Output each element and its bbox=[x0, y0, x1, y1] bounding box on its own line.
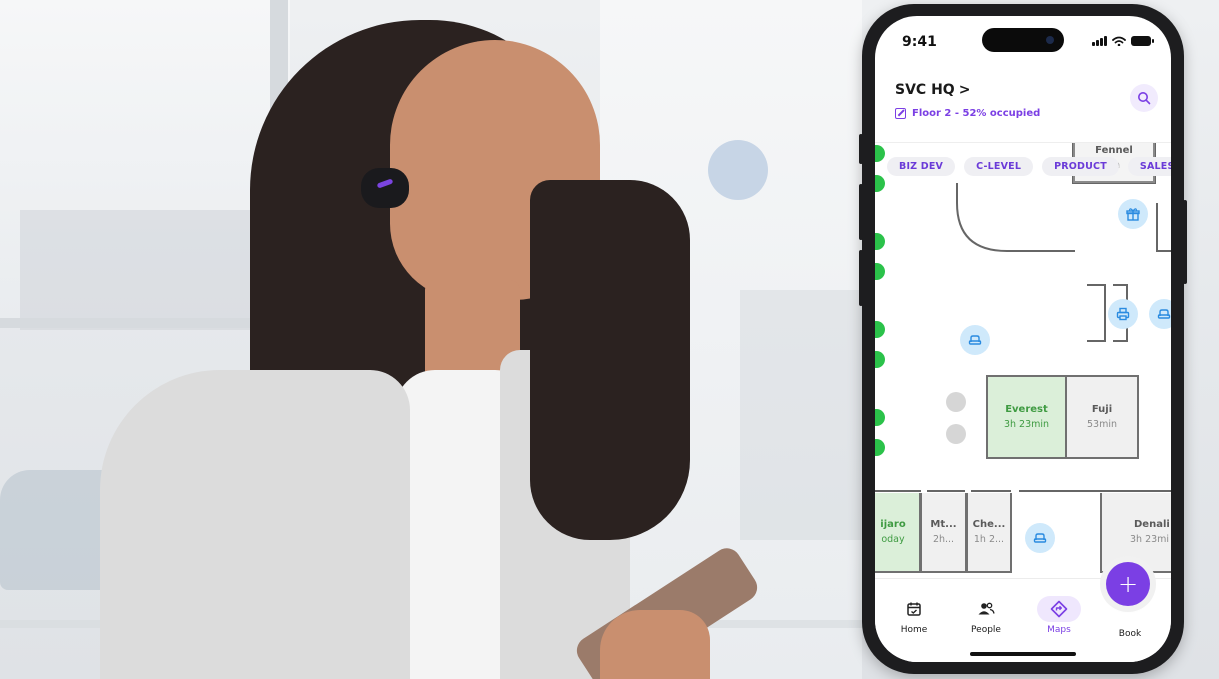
lounge-chair-icon[interactable] bbox=[1025, 523, 1055, 553]
app-screen: 9:41 SVC HQ > Floor 2 - 52% occupied Fen… bbox=[875, 16, 1171, 662]
room-time: 1h 2... bbox=[973, 534, 1005, 545]
desk-marker[interactable] bbox=[946, 392, 966, 412]
desk-marker[interactable] bbox=[946, 424, 966, 444]
room-name: Fuji bbox=[1091, 404, 1113, 415]
room-fuji[interactable]: Fuji 53min bbox=[1065, 375, 1139, 459]
team-filter-chips: BIZ DEV C-LEVEL PRODUCT SALES bbox=[887, 157, 1171, 176]
lounge-chair-icon[interactable] bbox=[960, 325, 990, 355]
dynamic-island bbox=[982, 28, 1064, 52]
printer-icon[interactable] bbox=[1108, 299, 1138, 329]
room-mt[interactable]: Mt... 2h... bbox=[920, 493, 967, 573]
people-icon bbox=[978, 602, 995, 615]
room-name: Mt... bbox=[930, 519, 957, 530]
floor-map[interactable]: Fennel 3h BIZ DEV C-LEVEL PRODUCT SALES bbox=[875, 142, 1171, 579]
search-button[interactable] bbox=[1130, 84, 1158, 112]
room-name: Che... bbox=[972, 519, 1006, 530]
room-che[interactable]: Che... 1h 2... bbox=[966, 493, 1012, 573]
room-name: Fennel bbox=[1095, 145, 1133, 156]
map-pin-icon bbox=[1050, 600, 1068, 618]
room-time: 53min bbox=[1086, 419, 1117, 430]
room-time: 3h 23mi bbox=[1130, 534, 1170, 545]
plus-icon: + bbox=[1117, 570, 1139, 598]
lounge-chair-icon[interactable] bbox=[1149, 299, 1171, 329]
room-time: 2h... bbox=[932, 534, 955, 545]
tab-people[interactable]: People bbox=[956, 599, 1016, 635]
filter-chip-sales[interactable]: SALES bbox=[1127, 157, 1171, 176]
filter-chip-c-level[interactable]: C-LEVEL bbox=[964, 157, 1034, 176]
room-name: Denali bbox=[1134, 519, 1170, 530]
room-time: 3h 23min bbox=[1003, 419, 1050, 430]
tab-label: Book bbox=[1118, 629, 1142, 639]
earbud bbox=[361, 168, 409, 208]
gift-icon[interactable] bbox=[1118, 199, 1148, 229]
room-time: oday bbox=[881, 534, 905, 545]
cellular-signal-icon bbox=[1092, 36, 1107, 46]
tab-book[interactable]: Book bbox=[1100, 623, 1160, 639]
search-icon bbox=[1138, 92, 1151, 105]
calendar-check-icon bbox=[907, 602, 921, 616]
clock: 9:41 bbox=[902, 34, 937, 50]
chevron-right-icon: > bbox=[958, 82, 971, 98]
tab-maps[interactable]: Maps bbox=[1029, 596, 1089, 635]
location-selector[interactable]: SVC HQ > bbox=[895, 82, 970, 98]
tab-label: Home bbox=[900, 625, 928, 635]
book-fab-button[interactable]: + bbox=[1106, 562, 1150, 606]
phone-mockup: 9:41 SVC HQ > Floor 2 - 52% occupied Fen… bbox=[859, 4, 1187, 674]
app-header: SVC HQ > Floor 2 - 52% occupied bbox=[875, 74, 1171, 140]
floor-icon bbox=[895, 108, 906, 119]
room-kilimanjaro[interactable]: ijaro oday bbox=[875, 493, 921, 573]
tab-label: People bbox=[971, 625, 1001, 635]
woman-figure bbox=[0, 0, 860, 679]
filter-chip-biz-dev[interactable]: BIZ DEV bbox=[887, 157, 956, 176]
filter-chip-product[interactable]: PRODUCT bbox=[1042, 157, 1119, 176]
floor-occupancy: Floor 2 - 52% occupied bbox=[912, 108, 1041, 119]
home-indicator bbox=[970, 652, 1076, 656]
wifi-icon bbox=[1112, 36, 1126, 46]
battery-icon bbox=[1131, 36, 1154, 46]
room-name: ijaro bbox=[880, 519, 906, 530]
floor-selector[interactable]: Floor 2 - 52% occupied bbox=[895, 108, 1040, 119]
location-name: SVC HQ bbox=[895, 82, 955, 98]
tab-home[interactable]: Home bbox=[884, 599, 944, 635]
room-everest[interactable]: Everest 3h 23min bbox=[986, 375, 1067, 459]
room-denali[interactable]: Denali 3h 23mi bbox=[1100, 493, 1171, 573]
room-name: Everest bbox=[1005, 404, 1048, 415]
status-bar: 9:41 bbox=[875, 16, 1171, 64]
tab-label: Maps bbox=[1047, 625, 1071, 635]
